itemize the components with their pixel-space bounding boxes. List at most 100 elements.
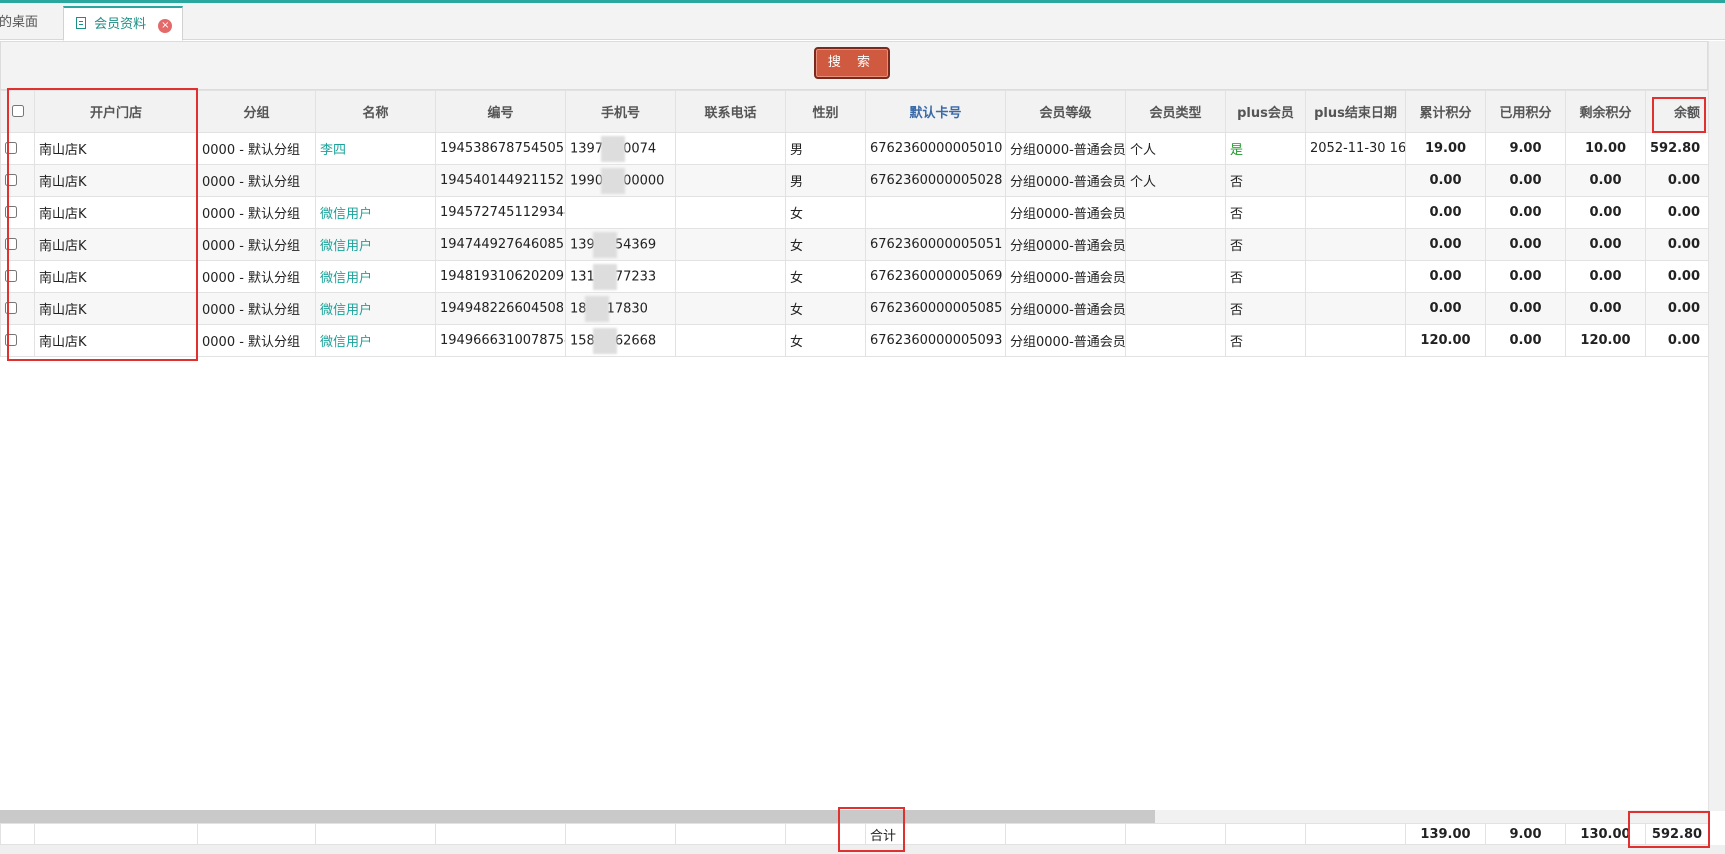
- col-header-plus-end[interactable]: plus结束日期: [1305, 90, 1406, 133]
- summary-total-points: 139.00: [1405, 823, 1486, 845]
- cell-left-points: 0.00: [1565, 164, 1646, 197]
- cell-total-points: 19.00: [1405, 132, 1486, 165]
- cell-card: 6762360000005028: [865, 164, 1006, 197]
- horizontal-scrollbar[interactable]: [0, 810, 1708, 823]
- select-all-checkbox[interactable]: [11, 104, 24, 117]
- col-header-store[interactable]: 开户门店: [34, 90, 198, 133]
- row-checkbox[interactable]: [5, 237, 17, 250]
- row-checkbox[interactable]: [5, 173, 17, 186]
- cell-plus-end: [1305, 196, 1406, 229]
- row-checkbox[interactable]: [5, 205, 17, 218]
- cell-type: 个人: [1125, 132, 1226, 165]
- cell-balance: 0.00: [1645, 292, 1709, 325]
- cell-total-points: 0.00: [1405, 260, 1486, 293]
- mobile-prefix: 131: [570, 269, 595, 284]
- cell-level: 分组0000-普通会员: [1005, 260, 1126, 293]
- cell-type: [1125, 260, 1226, 293]
- cell-name[interactable]: 微信用户: [315, 228, 436, 261]
- row-select-cell: [0, 228, 35, 261]
- cell-type: [1125, 324, 1226, 357]
- cell-store: 南山店K: [34, 228, 198, 261]
- cell-code: 1949482266045083: [435, 292, 566, 325]
- cell-total-points: 0.00: [1405, 292, 1486, 325]
- cell-total-points: 120.00: [1405, 324, 1486, 357]
- col-header-total-points[interactable]: 累计积分: [1405, 90, 1486, 133]
- cell-level: 分组0000-普通会员: [1005, 164, 1126, 197]
- row-checkbox[interactable]: [5, 301, 17, 314]
- cell-tel: [675, 164, 786, 197]
- app-window: 我的桌面 会员资料 × 搜 索 开户门店 分组: [0, 0, 1725, 854]
- close-icon[interactable]: ×: [158, 19, 173, 33]
- col-header-card[interactable]: 默认卡号: [865, 90, 1006, 133]
- col-header-type[interactable]: 会员类型: [1125, 90, 1226, 133]
- table-row[interactable]: 南山店K 0000 - 默认分组 1945401449211523 1990 00000…: [0, 164, 1709, 197]
- table-row[interactable]: 南山店K 0000 - 默认分组 微信用户 1945727451129344 女 分组00…: [0, 196, 1709, 229]
- mobile-suffix: 54369: [614, 237, 657, 252]
- mobile-suffix: 17830: [606, 301, 648, 316]
- cell-gender: 男: [785, 132, 866, 165]
- masked-digits: [584, 295, 609, 322]
- mobile-prefix: 139: [570, 237, 595, 252]
- cell-total-points: 0.00: [1405, 164, 1486, 197]
- col-header-plus[interactable]: plus会员: [1225, 90, 1306, 133]
- cell-store: 南山店K: [34, 164, 198, 197]
- cell-used-points: 0.00: [1485, 196, 1566, 229]
- cell-name[interactable]: 微信用户: [315, 292, 436, 325]
- cell-name[interactable]: 微信用户: [315, 196, 436, 229]
- cell-left-points: 0.00: [1565, 196, 1646, 229]
- row-select-cell: [0, 132, 35, 165]
- col-header-balance[interactable]: 余额: [1645, 90, 1709, 133]
- summary-row: 合计 139.00 9.00 130.00 592.80: [0, 823, 1709, 845]
- table-row[interactable]: 南山店K 0000 - 默认分组 微信用户 1949482266045083 18 178…: [0, 292, 1709, 325]
- col-header-left-points[interactable]: 剩余积分: [1565, 90, 1646, 133]
- table-row[interactable]: 南山店K 0000 - 默认分组 微信用户 1948193106202095 131 77…: [0, 260, 1709, 293]
- cell-gender: 女: [785, 292, 866, 325]
- table-row[interactable]: 南山店K 0000 - 默认分组 李四 1945386787545051 1397 007…: [0, 132, 1709, 165]
- cell-plus-end: [1305, 228, 1406, 261]
- cell-name[interactable]: 李四: [315, 132, 436, 165]
- cell-group: 0000 - 默认分组: [197, 292, 316, 325]
- row-checkbox[interactable]: [5, 269, 17, 282]
- table-row[interactable]: 南山店K 0000 - 默认分组 微信用户 1949666310078754 158 62…: [0, 324, 1709, 357]
- masked-digits: [601, 167, 626, 194]
- cell-group: 0000 - 默认分组: [197, 228, 316, 261]
- col-header-code[interactable]: 编号: [435, 90, 566, 133]
- row-checkbox[interactable]: [5, 141, 17, 154]
- search-button[interactable]: 搜 索: [814, 47, 890, 79]
- cell-balance: 592.80: [1645, 132, 1709, 165]
- table-header-row: 开户门店 分组 名称 编号 手机号 联系电话 性别 默认卡号 会员等级 会员类型…: [0, 90, 1709, 133]
- cell-level: 分组0000-普通会员: [1005, 228, 1126, 261]
- col-header-group[interactable]: 分组: [197, 90, 316, 133]
- cell-used-points: 0.00: [1485, 292, 1566, 325]
- col-header-name[interactable]: 名称: [315, 90, 436, 133]
- cell-level: 分组0000-普通会员: [1005, 196, 1126, 229]
- cell-name[interactable]: [315, 164, 436, 197]
- horizontal-scrollbar-thumb[interactable]: [0, 810, 1155, 823]
- cell-level: 分组0000-普通会员: [1005, 132, 1126, 165]
- col-header-level[interactable]: 会员等级: [1005, 90, 1126, 133]
- table-row[interactable]: 南山店K 0000 - 默认分组 微信用户 1947449276460855 139 54…: [0, 228, 1709, 261]
- cell-tel: [675, 228, 786, 261]
- cell-plus: 否: [1225, 324, 1306, 357]
- cell-store: 南山店K: [34, 292, 198, 325]
- cell-plus-end: [1305, 260, 1406, 293]
- cell-left-points: 10.00: [1565, 132, 1646, 165]
- tab-member-info[interactable]: 会员资料 ×: [63, 6, 183, 41]
- cell-gender: 女: [785, 196, 866, 229]
- mobile-suffix: 0074: [623, 141, 657, 156]
- cell-name[interactable]: 微信用户: [315, 324, 436, 357]
- row-select-cell: [0, 164, 35, 197]
- col-header-tel[interactable]: 联系电话: [675, 90, 786, 133]
- col-header-used-points[interactable]: 已用积分: [1485, 90, 1566, 133]
- cell-plus: 否: [1225, 228, 1306, 261]
- cell-tel: [675, 324, 786, 357]
- col-header-gender[interactable]: 性别: [785, 90, 866, 133]
- row-checkbox[interactable]: [5, 333, 17, 346]
- col-header-mobile[interactable]: 手机号: [565, 90, 676, 133]
- vertical-scrollbar[interactable]: [1708, 41, 1725, 811]
- tab-my-desktop[interactable]: 我的桌面: [0, 6, 60, 41]
- row-select-cell: [0, 324, 35, 357]
- cell-mobile: 1397 0074: [565, 132, 676, 165]
- cell-plus: 否: [1225, 164, 1306, 197]
- cell-name[interactable]: 微信用户: [315, 260, 436, 293]
